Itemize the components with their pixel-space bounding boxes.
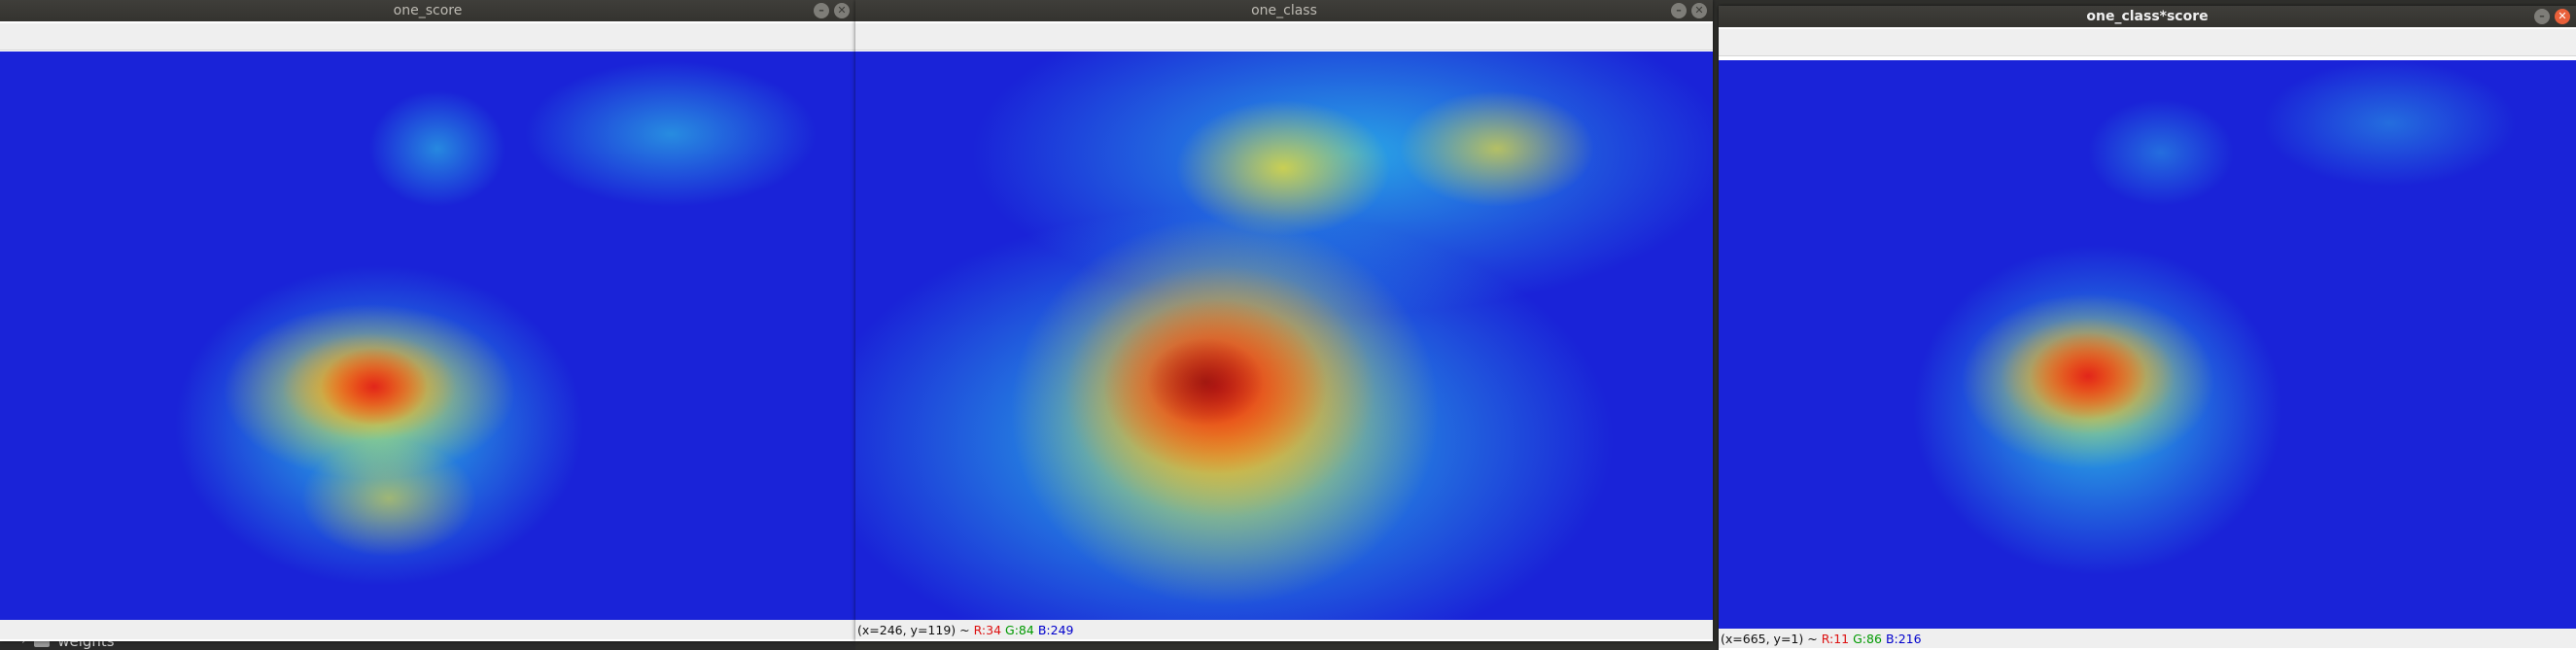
desktop: › weights one_score – ✕ <box>0 0 2576 650</box>
status-coords: (x=665, y=1) ~ <box>1721 631 1818 646</box>
window-toolbar <box>855 23 1713 51</box>
minimize-icon[interactable]: – <box>1671 3 1687 18</box>
window-one-class-score[interactable]: one_class*score – ✕ (x=665, y=1) ~ R:11 … <box>1719 6 2576 650</box>
window-toolbar <box>1719 29 2576 56</box>
status-bar: (x=665, y=1) ~ R:11 G:86 B:216 <box>1719 629 2576 648</box>
status-blue: B:249 <box>1037 622 1074 637</box>
heatmap-image[interactable] <box>0 51 855 620</box>
window-titlebar[interactable]: one_class*score – ✕ <box>1719 6 2576 27</box>
window-one-score[interactable]: one_score – ✕ <box>0 0 855 641</box>
window-title: one_class <box>1251 3 1317 18</box>
minimize-icon[interactable]: – <box>2534 9 2550 24</box>
heatmap-image[interactable] <box>1719 60 2576 629</box>
window-toolbar <box>0 23 855 51</box>
status-red: R:11 <box>1821 631 1850 646</box>
window-title: one_score <box>393 3 463 18</box>
heatmap-image[interactable] <box>855 51 1713 620</box>
window-titlebar[interactable]: one_score – ✕ <box>0 0 855 21</box>
minimize-icon[interactable]: – <box>814 3 829 18</box>
status-bar <box>0 620 855 639</box>
close-icon[interactable]: ✕ <box>2555 9 2570 24</box>
status-bar: (x=246, y=119) ~ R:34 G:84 B:249 <box>855 620 1713 639</box>
close-icon[interactable]: ✕ <box>1691 3 1707 18</box>
status-green: G:84 <box>1005 622 1034 637</box>
window-titlebar[interactable]: one_class – ✕ <box>855 0 1713 21</box>
status-red: R:34 <box>973 622 1002 637</box>
status-blue: B:216 <box>1885 631 1922 646</box>
window-one-class[interactable]: one_class – ✕ (x=246, y=119) ~ R:34 G:84… <box>855 0 1713 641</box>
status-green: G:86 <box>1853 631 1882 646</box>
close-icon[interactable]: ✕ <box>834 3 850 18</box>
window-title: one_class*score <box>2086 9 2209 24</box>
status-coords: (x=246, y=119) ~ <box>857 622 970 637</box>
